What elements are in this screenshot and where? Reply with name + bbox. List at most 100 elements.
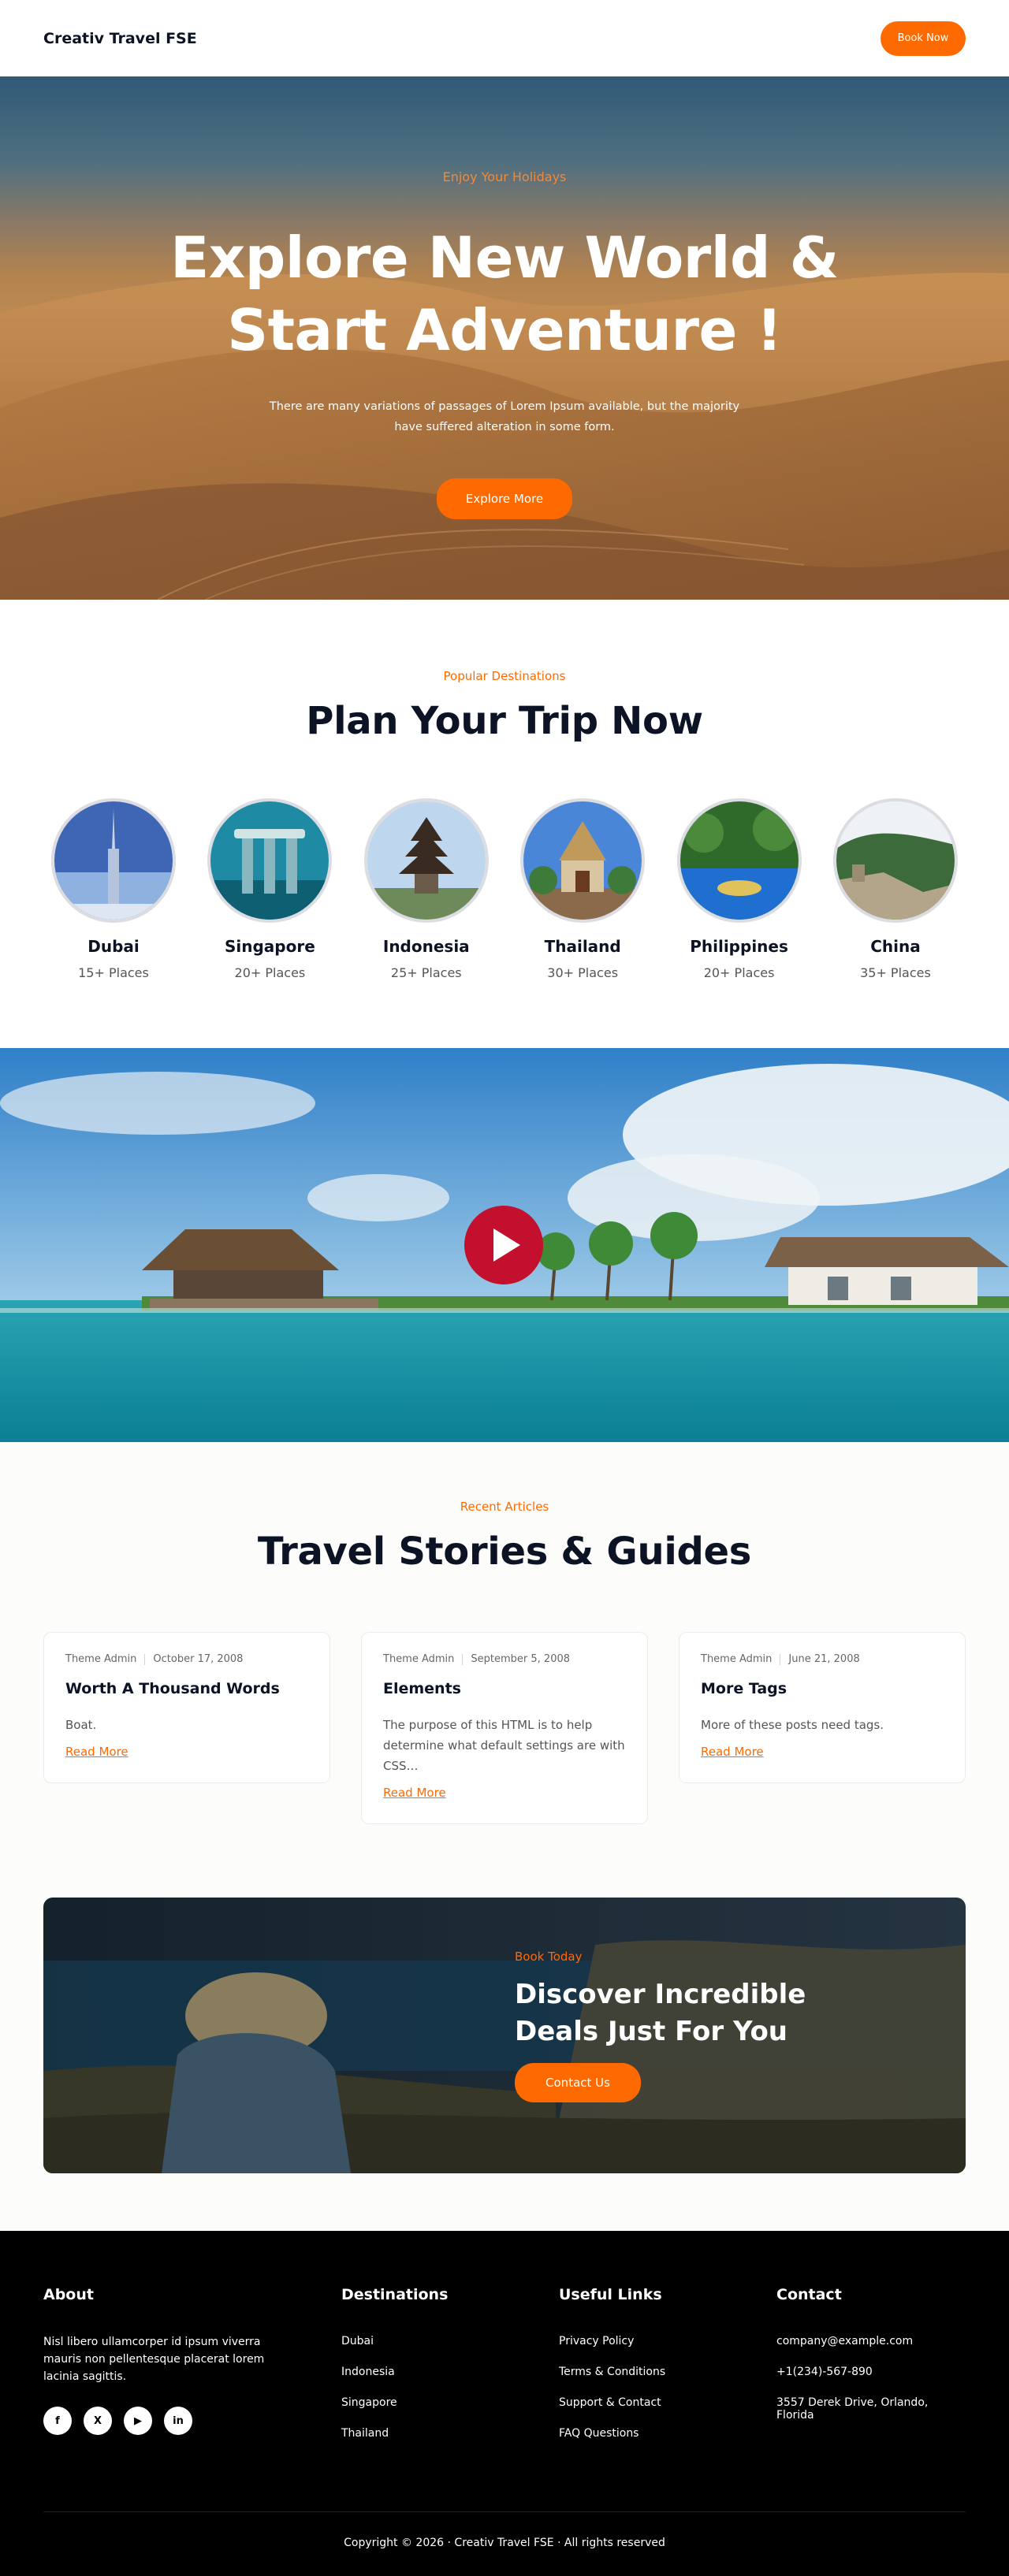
deals-title-line2: Deals Just For You (515, 2016, 788, 2047)
footer-about: About Nisl libero ullamcorper id ipsum v… (43, 2286, 341, 2458)
dest-name: Singapore (224, 937, 315, 956)
article-date[interactable]: October 17, 2008 (153, 1653, 243, 1665)
deals-title-line1: Discover Incredible (515, 1979, 806, 2010)
facebook-icon[interactable]: f (43, 2407, 72, 2435)
footer-link-indonesia[interactable]: Indonesia (341, 2366, 395, 2378)
footer-contact: Contact company@example.com +1(234)-567-… (776, 2286, 966, 2458)
linkedin-icon[interactable]: in (164, 2407, 192, 2435)
singapore-image[interactable] (207, 798, 333, 923)
article-card: Theme Admin October 17, 2008 Worth A Tho… (43, 1632, 330, 1783)
dest-count: 20+ Places (703, 965, 775, 980)
read-more-link[interactable]: Read More (701, 1745, 764, 1759)
article-card: Theme Admin June 21, 2008 More Tags More… (679, 1632, 966, 1783)
read-more-link[interactable]: Read More (65, 1745, 128, 1759)
article-excerpt: The purpose of this HTML is to help dete… (383, 1718, 625, 1773)
hero-eyebrow: Enjoy Your Holidays (442, 169, 567, 184)
traveler-background-image (43, 1898, 966, 2173)
article-excerpt: Boat. (65, 1718, 97, 1732)
footer-link-singapore[interactable]: Singapore (341, 2396, 397, 2409)
footer-link-thailand[interactable]: Thailand (341, 2427, 389, 2440)
deals-eyebrow: Book Today (515, 1950, 583, 1964)
meta-divider (144, 1653, 146, 1665)
hero-section: Enjoy Your Holidays Explore New World & … (0, 76, 1009, 600)
deals-title: Discover Incredible Deals Just For You (515, 1976, 806, 2050)
destination-philippines[interactable]: Philippines 20+ Places (676, 798, 802, 980)
footer-link-dubai[interactable]: Dubai (341, 2335, 374, 2347)
destination-dubai[interactable]: Dubai 15+ Places (51, 798, 176, 980)
article-meta: Theme Admin September 5, 2008 (383, 1653, 626, 1665)
thailand-image[interactable] (520, 798, 646, 923)
deals-banner: Book Today Discover Incredible Deals Jus… (43, 1898, 966, 2173)
destination-indonesia[interactable]: Indonesia 25+ Places (363, 798, 489, 980)
destinations-title: Plan Your Trip Now (306, 699, 703, 743)
youtube-icon[interactable]: ▶ (124, 2407, 152, 2435)
site-logo[interactable]: Creativ Travel FSE (43, 30, 197, 47)
article-card: Theme Admin September 5, 2008 Elements T… (361, 1632, 648, 1824)
deals-content: Book Today Discover Incredible Deals Jus… (515, 1950, 806, 2102)
footer-link-support[interactable]: Support & Contact (559, 2396, 661, 2409)
destination-singapore[interactable]: Singapore 20+ Places (207, 798, 333, 980)
article-author[interactable]: Theme Admin (65, 1653, 136, 1665)
article-meta: Theme Admin June 21, 2008 (701, 1653, 944, 1665)
footer-destinations: Destinations Dubai Indonesia Singapore T… (341, 2286, 559, 2458)
site-header: Creativ Travel FSE Book Now (0, 0, 1009, 76)
china-image[interactable] (832, 798, 958, 923)
social-links: f X ▶ in (43, 2407, 341, 2435)
articles-eyebrow: Recent Articles (460, 1500, 549, 1514)
footer-link-terms[interactable]: Terms & Conditions (559, 2366, 665, 2378)
dest-name: Philippines (690, 937, 788, 956)
explore-more-button[interactable]: Explore More (437, 478, 572, 519)
destination-list: Dubai 15+ Places Singapore 20+ Places In… (43, 798, 966, 980)
footer-useful-links: Useful Links Privacy Policy Terms & Cond… (559, 2286, 776, 2458)
footer-about-text: Nisl libero ullamcorper id ipsum viverra… (43, 2336, 265, 2383)
play-video-button[interactable] (464, 1206, 543, 1284)
article-excerpt: More of these posts need tags. (701, 1718, 884, 1732)
copyright-text: Copyright © 2026 · Creativ Travel FSE · … (344, 2537, 665, 2549)
footer-link-faq[interactable]: FAQ Questions (559, 2427, 639, 2440)
destination-thailand[interactable]: Thailand 30+ Places (520, 798, 646, 980)
x-icon[interactable]: X (84, 2407, 112, 2435)
articles-title: Travel Stories & Guides (257, 1530, 752, 1574)
footer-useful-heading: Useful Links (559, 2286, 662, 2303)
footer-contact-heading: Contact (776, 2286, 842, 2303)
indonesia-image[interactable] (363, 798, 489, 923)
dest-name: Indonesia (382, 937, 470, 956)
book-now-button[interactable]: Book Now (881, 20, 966, 56)
read-more-link[interactable]: Read More (383, 1786, 446, 1800)
dest-count: 30+ Places (547, 965, 619, 980)
dest-count: 15+ Places (78, 965, 149, 980)
article-title[interactable]: More Tags (701, 1680, 944, 1697)
destination-china[interactable]: China 35+ Places (832, 798, 958, 980)
contact-us-button[interactable]: Contact Us (515, 2063, 641, 2102)
article-date[interactable]: September 5, 2008 (471, 1653, 570, 1665)
dest-count: 20+ Places (234, 965, 306, 980)
dest-count: 25+ Places (390, 965, 462, 980)
hero-description: There are many variations of passages of… (269, 400, 740, 433)
dest-name: China (870, 937, 921, 956)
hero-title-line2: Start Adventure ! (227, 297, 782, 363)
footer-link-privacy[interactable]: Privacy Policy (559, 2335, 634, 2347)
hero-title-line1: Explore New World & (170, 225, 839, 291)
dest-count: 35+ Places (860, 965, 931, 980)
deals-wrapper: Book Today Discover Incredible Deals Jus… (0, 1898, 1009, 2231)
article-title[interactable]: Worth A Thousand Words (65, 1680, 308, 1697)
footer-about-heading: About (43, 2286, 94, 2303)
article-meta: Theme Admin October 17, 2008 (65, 1653, 308, 1665)
article-author[interactable]: Theme Admin (383, 1653, 454, 1665)
contact-email[interactable]: company@example.com (776, 2335, 913, 2347)
article-list: Theme Admin October 17, 2008 Worth A Tho… (43, 1632, 966, 1824)
article-author[interactable]: Theme Admin (701, 1653, 772, 1665)
play-icon (493, 1229, 520, 1262)
article-date[interactable]: June 21, 2008 (788, 1653, 859, 1665)
destinations-section: Popular Destinations Plan Your Trip Now … (0, 600, 1009, 1048)
site-footer: About Nisl libero ullamcorper id ipsum v… (0, 2231, 1009, 2576)
dubai-image[interactable] (51, 798, 176, 923)
contact-phone[interactable]: +1(234)-567-890 (776, 2366, 873, 2378)
contact-address: 3557 Derek Drive, Orlando, Florida (776, 2396, 929, 2422)
footer-destinations-heading: Destinations (341, 2286, 449, 2303)
copyright-bar: Copyright © 2026 · Creativ Travel FSE · … (43, 2511, 966, 2576)
hero-title: Explore New World & Start Adventure ! (0, 221, 1009, 366)
philippines-image[interactable] (676, 798, 802, 923)
article-title[interactable]: Elements (383, 1680, 626, 1697)
destinations-eyebrow: Popular Destinations (443, 669, 566, 683)
